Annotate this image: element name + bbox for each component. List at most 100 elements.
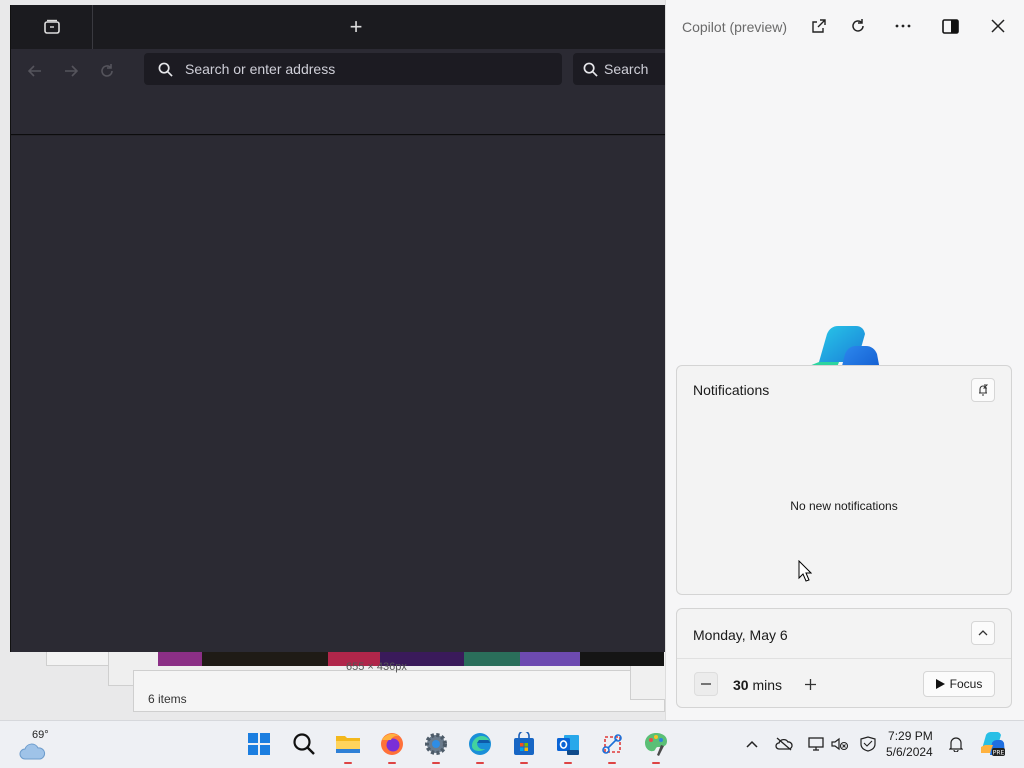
close-button[interactable] (988, 16, 1008, 36)
start-icon (248, 733, 270, 755)
focus-button-label: Focus (949, 677, 983, 691)
chevron-up-icon (978, 630, 988, 636)
split-view-button[interactable] (940, 16, 960, 36)
running-indicator (344, 762, 352, 764)
search-placeholder: Search (604, 61, 649, 77)
copilot-logo (809, 326, 883, 366)
taskbar: 69° 7:29 PM 5/6/2024 PRE (0, 720, 1024, 768)
status-items-count: 6 items (148, 692, 187, 706)
calendar-flyout: Monday, May 6 30 mins Focus (676, 608, 1012, 708)
security-tray-button[interactable] (859, 735, 877, 753)
open-external-icon (812, 19, 826, 33)
notifications-flyout: Notifications No new notifications (676, 365, 1012, 595)
paint-app[interactable] (641, 729, 671, 764)
minus-icon (701, 683, 711, 685)
do-not-disturb-button[interactable] (971, 378, 995, 402)
firefox-app[interactable] (377, 729, 407, 764)
running-indicator (388, 762, 396, 764)
show-hidden-icons-button[interactable] (743, 735, 761, 753)
more-icon (895, 24, 911, 28)
running-indicator (608, 762, 616, 764)
browser-window: + Search or enter address Search (10, 5, 673, 652)
onedrive-offline-icon (775, 737, 793, 751)
collapse-calendar-button[interactable] (971, 621, 995, 645)
play-icon (935, 679, 945, 689)
running-indicator (432, 762, 440, 764)
focus-duration: 30 mins (733, 677, 782, 693)
close-icon (991, 19, 1005, 33)
file-explorer-window (133, 670, 665, 712)
running-indicator (652, 762, 660, 764)
edge-app[interactable] (465, 729, 495, 764)
snipping-tool-icon (602, 734, 622, 754)
reload-button[interactable] (96, 60, 118, 82)
reload-icon (101, 64, 113, 77)
copilot-title: Copilot (preview) (682, 19, 788, 35)
cloud-icon (19, 743, 46, 760)
image-dimensions-label: 655 × 436px (346, 661, 407, 673)
settings-app[interactable] (421, 729, 451, 764)
snipping-tool-app[interactable] (597, 729, 627, 764)
clock-time: 7:29 PM (888, 729, 933, 743)
tab-manager-button[interactable] (11, 5, 93, 49)
calendar-date: Monday, May 6 (693, 627, 788, 643)
back-arrow-icon (27, 65, 41, 77)
snooze-bell-icon (979, 384, 989, 396)
notifications-title: Notifications (693, 382, 770, 398)
display-tray-button[interactable] (807, 735, 825, 753)
thumbnail-strip (158, 652, 664, 666)
outlook-app[interactable] (553, 729, 583, 764)
store-app[interactable] (509, 729, 539, 764)
running-indicator (564, 762, 572, 764)
focus-button[interactable]: Focus (923, 671, 995, 697)
back-button[interactable] (24, 60, 46, 82)
nav-toolbar: Search or enter address Search (11, 49, 673, 93)
monitor-icon (808, 737, 824, 751)
clock[interactable]: 7:29 PM 5/6/2024 (886, 728, 933, 760)
shield-icon (860, 736, 876, 752)
bell-icon (949, 737, 963, 752)
file-explorer-app[interactable] (333, 729, 363, 764)
copilot-taskbar-button[interactable]: PRE (980, 731, 1006, 757)
no-notifications-text: No new notifications (790, 499, 898, 513)
forward-button[interactable] (60, 60, 82, 82)
start-button[interactable] (244, 729, 274, 759)
decrease-focus-button[interactable] (694, 672, 718, 696)
running-indicator (476, 762, 484, 764)
search-bar[interactable]: Search (573, 53, 673, 85)
search-icon (158, 62, 173, 77)
firefox-icon (381, 733, 403, 755)
split-view-icon (941, 18, 959, 34)
increase-focus-button[interactable] (798, 672, 822, 696)
paint-icon (645, 733, 667, 756)
search-icon (583, 62, 598, 77)
new-tab-button[interactable]: + (344, 14, 368, 39)
bookmarks-toolbar (11, 93, 665, 135)
address-placeholder: Search or enter address (185, 61, 336, 77)
notifications-tray-button[interactable] (947, 735, 965, 753)
volume-tray-button[interactable] (831, 735, 849, 753)
taskbar-search-button[interactable] (289, 729, 319, 759)
store-icon (514, 732, 534, 755)
forward-arrow-icon (65, 65, 79, 77)
address-bar[interactable]: Search or enter address (144, 53, 562, 85)
refresh-icon (852, 19, 864, 32)
file-explorer-icon (336, 736, 360, 753)
running-indicator (520, 762, 528, 764)
focus-row: 30 mins Focus (677, 659, 1011, 709)
copilot-icon: PRE (981, 732, 1005, 757)
chevron-up-icon (746, 740, 758, 748)
refresh-button[interactable] (848, 16, 868, 36)
edge-icon (469, 733, 491, 755)
open-external-button[interactable] (809, 16, 829, 36)
mouse-cursor-icon (798, 559, 813, 587)
temperature: 69° (32, 729, 49, 741)
more-options-button[interactable] (893, 16, 913, 36)
page-content[interactable] (11, 136, 665, 652)
tab-bar: + (11, 5, 665, 49)
focus-unit: mins (752, 677, 783, 693)
speaker-muted-icon (831, 737, 849, 751)
onedrive-tray-button[interactable] (775, 735, 793, 753)
focus-minutes: 30 (733, 677, 749, 693)
outlook-icon (557, 735, 579, 755)
